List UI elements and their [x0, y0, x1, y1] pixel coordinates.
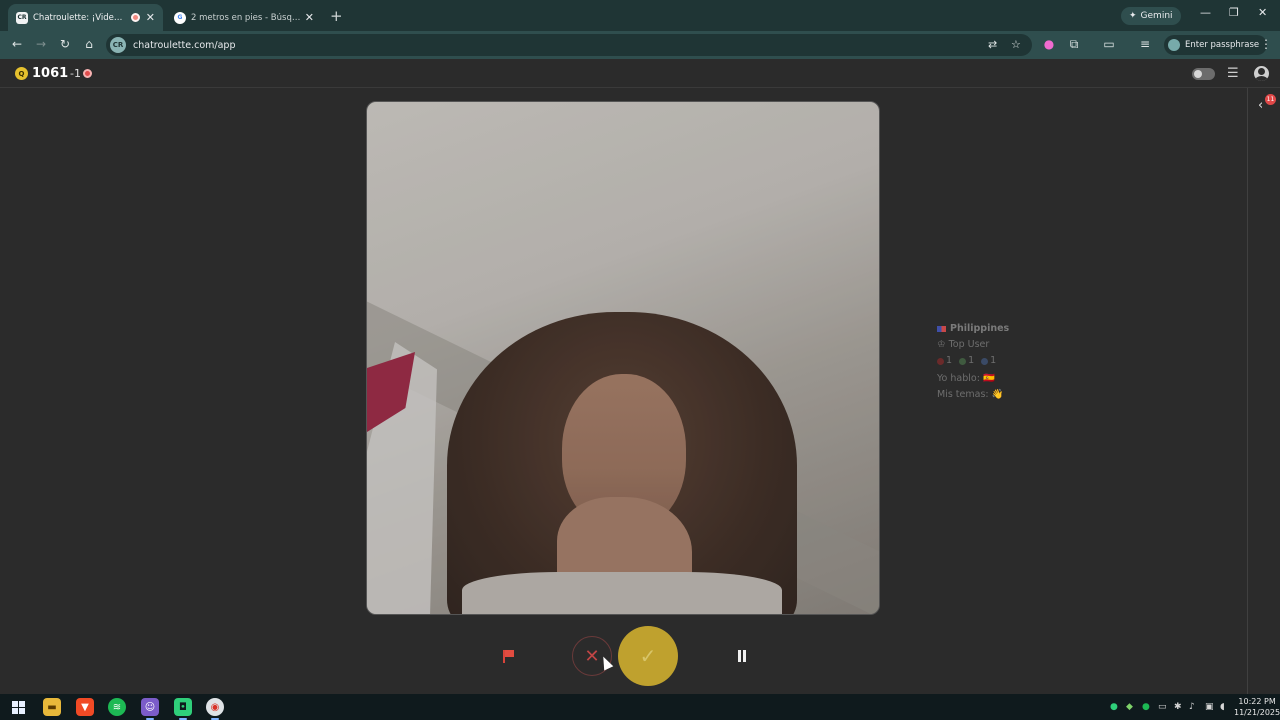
partner-topics-row: Mis temas: 👋 — [937, 387, 1009, 403]
extension-pink-icon[interactable]: ● — [1041, 37, 1057, 51]
brave-browser-icon[interactable]: ▼ — [76, 698, 94, 716]
report-flag-button[interactable] — [500, 648, 516, 664]
whatsapp-icon[interactable]: ◘ — [174, 698, 192, 720]
file-explorer-icon[interactable]: ▬ — [43, 698, 61, 716]
tray-bluetooth-icon[interactable]: ✱ — [1174, 702, 1182, 712]
restore-button[interactable]: ❐ — [1229, 6, 1239, 19]
stat-value: 1 — [990, 355, 997, 366]
gemini-label: Gemini — [1140, 11, 1173, 21]
home-icon[interactable]: ⌂ — [81, 37, 97, 51]
tab-search-icon[interactable]: ▭ — [1101, 37, 1117, 51]
heart-icon — [937, 357, 944, 365]
browser-toolbar: ← → ↻ ⌂ CR chatroulette.com/app ⇄ ☆ ● ⧉ … — [0, 31, 1280, 59]
address-bar[interactable]: CR chatroulette.com/app ⇄ ☆ — [106, 34, 1032, 56]
translate-icon[interactable]: ⇄ — [988, 38, 997, 51]
url-text[interactable]: chatroulette.com/app — [133, 40, 236, 51]
passphrase-label: Enter passphrase — [1185, 40, 1260, 50]
notification-badge: 11 — [1265, 94, 1276, 105]
spain-flag-icon: 🇪🇸 — [982, 372, 995, 384]
tray-nvidia-icon[interactable]: ◆ — [1126, 702, 1133, 712]
close-tab-icon[interactable]: ✕ — [146, 11, 155, 24]
close-window-button[interactable]: ✕ — [1258, 6, 1267, 19]
browser-tab-strip: CR Chatroulette: ¡Videollamad ✕ G 2 metr… — [0, 0, 1280, 31]
windows-taskbar: ▬ ▼ ≋ ☺ ◘ ◉ — [0, 694, 1280, 720]
theme-toggle[interactable] — [1192, 68, 1215, 80]
clock-date: 11/21/2025 — [1234, 708, 1280, 717]
chat-side-panel — [1247, 88, 1280, 694]
site-info-icon[interactable]: CR — [110, 37, 126, 53]
video-overlay — [367, 102, 879, 614]
minimize-button[interactable]: — — [1200, 6, 1211, 19]
partner-tag: Top User — [948, 339, 990, 350]
coin-delta: -1 — [70, 67, 92, 80]
clock-time: 10:22 PM — [1238, 697, 1276, 706]
discord-icon[interactable]: ☺ — [141, 698, 159, 720]
volume-icon[interactable]: ◖ — [1220, 702, 1225, 712]
star-icon — [981, 357, 989, 365]
chatroulette-favicon-icon: CR — [16, 11, 28, 24]
tab-title: 2 metros en pies - Búsqueda de — [191, 12, 305, 23]
stat-value: 1 — [946, 355, 953, 366]
partner-languages-row: Yo hablo: 🇪🇸 — [937, 371, 1009, 387]
back-arrow-icon[interactable]: ← — [9, 37, 25, 51]
tab-google-search[interactable]: G 2 metros en pies - Búsqueda de ✕ — [166, 4, 322, 31]
red-dot-icon — [82, 69, 92, 78]
partner-country: Philippines — [950, 323, 1010, 334]
tray-storage-icon[interactable]: ▭ — [1158, 702, 1167, 712]
filter-sliders-icon[interactable]: ☰ — [1227, 66, 1239, 81]
coin-delta-value: -1 — [70, 67, 81, 80]
stat-value: 1 — [968, 355, 975, 366]
coin-balance: 1061 — [32, 66, 69, 81]
chevron-left-icon[interactable]: ‹ — [1258, 98, 1263, 113]
media-controls-icon[interactable]: ≡ — [1137, 37, 1153, 51]
topics-label: Mis temas: — [937, 388, 989, 400]
pause-button[interactable] — [737, 650, 747, 662]
app-header: Q 1061 -1 — [0, 59, 1280, 88]
recording-indicator-icon — [130, 13, 140, 22]
tray-green-dot-icon[interactable]: ● — [1110, 702, 1118, 712]
chrome-icon[interactable]: ◉ — [206, 698, 224, 720]
microphone-icon[interactable]: ♪ — [1189, 702, 1195, 712]
philippines-flag-icon — [937, 325, 946, 332]
close-tab-icon[interactable]: ✕ — [305, 11, 314, 24]
new-tab-button[interactable]: + — [330, 7, 343, 25]
partner-tag-row: ♔ Top User — [937, 337, 1009, 353]
partner-video — [366, 101, 880, 615]
coin-icon: Q — [15, 67, 28, 80]
tab-title: Chatroulette: ¡Videollamad — [33, 12, 127, 23]
bookmark-star-icon[interactable]: ☆ — [1011, 38, 1021, 51]
windows-start-icon[interactable] — [9, 698, 27, 716]
partner-info: Philippines ♔ Top User 1 1 1 Yo hablo: 🇪… — [937, 321, 1009, 403]
system-clock[interactable]: 10:22 PM 11/21/2025 — [1234, 696, 1280, 718]
extensions-puzzle-icon[interactable]: ⧉ — [1066, 37, 1082, 52]
more-menu-icon[interactable]: ⋮ — [1258, 37, 1274, 51]
reload-icon[interactable]: ↻ — [57, 37, 73, 51]
tray-spotify-icon[interactable]: ● — [1142, 702, 1150, 712]
gemini-button[interactable]: ✦ Gemini — [1121, 7, 1181, 25]
partner-country-row: Philippines — [937, 321, 1009, 337]
waving-hand-icon: 👋 — [991, 388, 1004, 400]
user-profile-icon[interactable] — [1254, 66, 1269, 81]
forward-arrow-icon[interactable]: → — [33, 37, 49, 51]
enter-passphrase-button[interactable]: Enter passphrase — [1164, 35, 1268, 55]
smile-icon — [959, 357, 967, 365]
accept-button[interactable]: ✓ — [618, 626, 678, 686]
crown-icon: ♔ — [937, 339, 946, 350]
network-icon[interactable]: ▣ — [1205, 702, 1214, 712]
speaks-label: Yo hablo: — [937, 372, 980, 384]
profile-avatar-icon — [1168, 39, 1180, 51]
partner-stats-row: 1 1 1 — [937, 353, 1009, 371]
sparkle-icon: ✦ — [1129, 11, 1137, 21]
spotify-icon[interactable]: ≋ — [108, 698, 126, 716]
google-favicon-icon: G — [174, 11, 186, 24]
tab-chatroulette[interactable]: CR Chatroulette: ¡Videollamad ✕ — [8, 4, 163, 31]
